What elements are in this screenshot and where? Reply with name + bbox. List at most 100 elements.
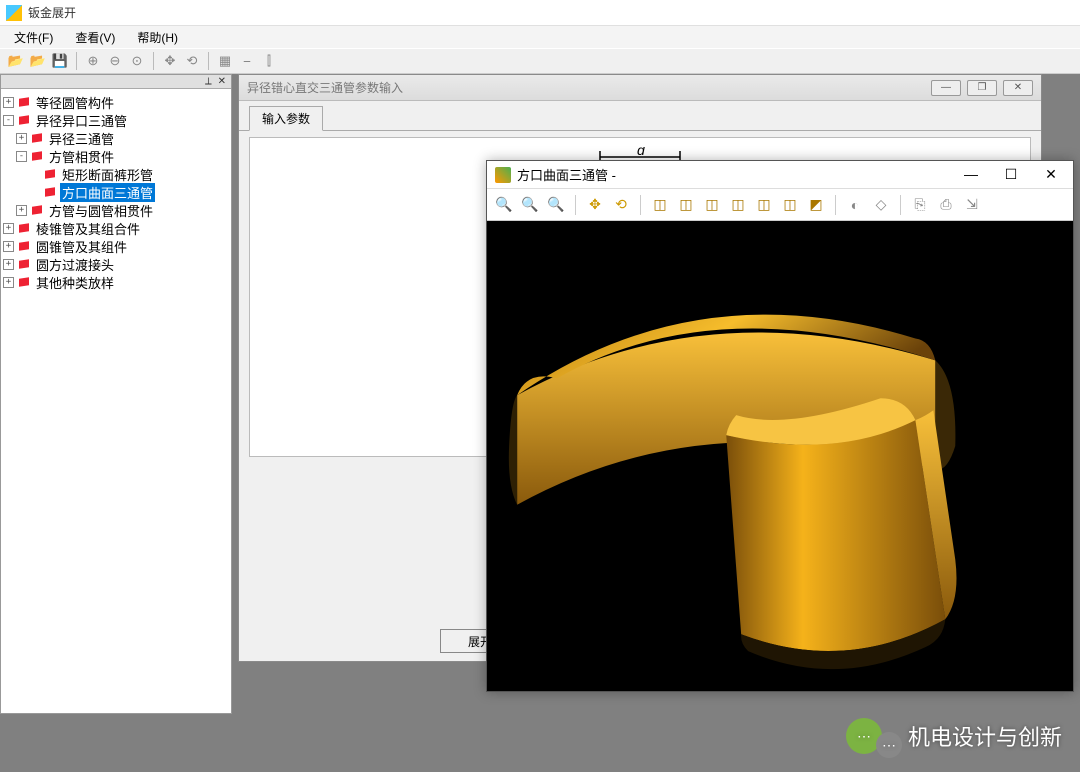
main-toolbar: 📂 📂 💾 ⊕ ⊖ ⊙ ✥ ⟲ ▦ ⎯ ⫿ (0, 48, 1080, 74)
svg-text:d: d (637, 147, 646, 158)
tree-item-label: 其他种类放样 (34, 273, 116, 292)
tree-item-label: 圆锥管及其组件 (34, 237, 129, 256)
book-icon (30, 132, 44, 144)
wireframe-icon[interactable]: ◇ (870, 194, 892, 216)
zoom-out-icon[interactable]: 🔍 (519, 194, 541, 216)
view-back-icon[interactable]: ◫ (675, 194, 697, 216)
tree-close-icon[interactable]: ✕ (215, 76, 229, 87)
menu-file[interactable]: 文件(F) (4, 27, 63, 48)
zoom-fit-icon[interactable]: ⊙ (127, 51, 147, 71)
open-red-icon[interactable]: 📂 (28, 51, 48, 71)
tree-item[interactable]: - 异径异口三通管 (3, 111, 229, 129)
copy-icon[interactable]: ⎘ (909, 194, 931, 216)
param-tabs: 输入参数 (239, 105, 1041, 131)
grid-icon[interactable]: ▦ (215, 51, 235, 71)
tree-item[interactable]: + 异径三通管 (3, 129, 229, 147)
expander-icon[interactable]: - (3, 115, 14, 126)
preview-close-button[interactable]: ✕ (1037, 166, 1065, 183)
preview-max-button[interactable]: ☐ (997, 166, 1025, 183)
preview-min-button[interactable]: — (957, 166, 985, 183)
tree-item-label: 异径异口三通管 (34, 111, 129, 130)
zoom-out-icon[interactable]: ⊖ (105, 51, 125, 71)
open-icon[interactable]: 📂 (6, 51, 26, 71)
watermark-text: 机电设计与创新 (908, 720, 1062, 752)
expander-icon[interactable]: + (3, 259, 14, 270)
tree-item[interactable]: 矩形断面裤形管 (3, 165, 229, 183)
tree-item-label: 棱锥管及其组合件 (34, 219, 142, 238)
tree-item-label: 圆方过渡接头 (34, 255, 116, 274)
app-title: 钣金展开 (28, 4, 76, 21)
book-icon (30, 150, 44, 162)
workspace: ⟂ ✕ +等径圆管构件-异径异口三通管+异径三通管-方管相贯件矩形断面裤形管方口… (0, 74, 1080, 772)
menu-help[interactable]: 帮助(H) (127, 27, 188, 48)
preview-title: 方口曲面三通管 - (517, 165, 616, 184)
book-icon (17, 276, 31, 288)
rotate-icon[interactable]: ⟲ (610, 194, 632, 216)
preview-app-icon (495, 167, 511, 183)
expander-icon[interactable]: + (16, 133, 27, 144)
expander-icon[interactable]: + (3, 223, 14, 234)
view-left-icon[interactable]: ◫ (701, 194, 723, 216)
param-title: 异径错心直交三通管参数输入 (247, 79, 403, 96)
tree-item[interactable]: + 圆锥管及其组件 (3, 237, 229, 255)
expander-icon[interactable]: - (16, 151, 27, 162)
rotate-icon[interactable]: ⟲ (182, 51, 202, 71)
menu-view[interactable]: 查看(V) (65, 27, 125, 48)
preview-window: 方口曲面三通管 - — ☐ ✕ 🔍 🔍 🔍 ✥ ⟲ ◫ ◫ ◫ ◫ (486, 160, 1074, 692)
app-icon (6, 5, 22, 21)
tree-item-label: 异径三通管 (47, 129, 116, 148)
wechat-icon-small: ⋯ (876, 732, 902, 758)
expander-icon[interactable]: + (3, 277, 14, 288)
tree-item-label: 方口曲面三通管 (60, 183, 155, 202)
tree-panel-header: ⟂ ✕ (1, 75, 231, 89)
chart-icon[interactable]: ⫿ (259, 51, 279, 71)
tree-item-label: 方管相贯件 (47, 147, 116, 166)
tree-item[interactable]: + 其他种类放样 (3, 273, 229, 291)
tree-item[interactable]: - 方管相贯件 (3, 147, 229, 165)
tree-item[interactable]: +方管与圆管相贯件 (3, 201, 229, 219)
watermark: ⋯ ⋯ 机电设计与创新 (846, 718, 1062, 754)
preview-toolbar: 🔍 🔍 🔍 ✥ ⟲ ◫ ◫ ◫ ◫ ◫ ◫ ◩ ◐ ◇ ⎘ ⎙ ⇲ (487, 189, 1073, 221)
expander-icon[interactable]: + (3, 241, 14, 252)
zoom-window-icon[interactable]: 🔍 (545, 194, 567, 216)
param-title-bar[interactable]: 异径错心直交三通管参数输入 — ❐ ✕ (239, 75, 1041, 101)
book-icon (17, 258, 31, 270)
view-top-icon[interactable]: ◫ (753, 194, 775, 216)
pan-icon[interactable]: ✥ (160, 51, 180, 71)
tree-item[interactable]: + 棱锥管及其组合件 (3, 219, 229, 237)
book-icon (17, 240, 31, 252)
view-bottom-icon[interactable]: ◫ (779, 194, 801, 216)
main-title-bar: 钣金展开 (0, 0, 1080, 26)
3d-viewport[interactable] (487, 221, 1073, 691)
tree-item[interactable]: + 圆方过渡接头 (3, 255, 229, 273)
save-icon[interactable]: 💾 (50, 51, 70, 71)
tree-panel: ⟂ ✕ + 等径圆管构件 - 异径异口三通管 + 异径三通管 - 方管相贯件矩形断面裤形管方口… (0, 74, 232, 714)
param-min-button[interactable]: — (931, 80, 961, 96)
param-restore-button[interactable]: ❐ (967, 80, 997, 96)
expander-icon[interactable]: + (3, 97, 14, 108)
tree-item[interactable]: 方口曲面三通管 (3, 183, 229, 201)
preview-title-bar[interactable]: 方口曲面三通管 - — ☐ ✕ (487, 161, 1073, 189)
view-front-icon[interactable]: ◫ (649, 194, 671, 216)
tab-input-params[interactable]: 输入参数 (249, 106, 323, 131)
pan-icon[interactable]: ✥ (584, 194, 606, 216)
print-icon[interactable]: ⎙ (935, 194, 957, 216)
tree-item-label: 等径圆管构件 (34, 93, 116, 112)
menu-bar: 文件(F) 查看(V) 帮助(H) (0, 26, 1080, 48)
view-iso-icon[interactable]: ◩ (805, 194, 827, 216)
tree-view[interactable]: + 等径圆管构件 - 异径异口三通管 + 异径三通管 - 方管相贯件矩形断面裤形管方口曲面三通… (1, 89, 231, 295)
zoom-in-icon[interactable]: ⊕ (83, 51, 103, 71)
shade-icon[interactable]: ◐ (844, 194, 866, 216)
book-icon (17, 96, 31, 108)
tree-item-label: 矩形断面裤形管 (60, 165, 155, 184)
zoom-in-icon[interactable]: 🔍 (493, 194, 515, 216)
export-icon[interactable]: ⇲ (961, 194, 983, 216)
tree-item[interactable]: + 等径圆管构件 (3, 93, 229, 111)
axis-icon[interactable]: ⎯ (237, 51, 257, 71)
tree-pin-icon[interactable]: ⟂ (202, 76, 215, 87)
book-icon (17, 114, 31, 126)
param-close-button[interactable]: ✕ (1003, 80, 1033, 96)
book-icon (17, 222, 31, 234)
view-right-icon[interactable]: ◫ (727, 194, 749, 216)
expander-icon[interactable]: + (16, 205, 27, 216)
